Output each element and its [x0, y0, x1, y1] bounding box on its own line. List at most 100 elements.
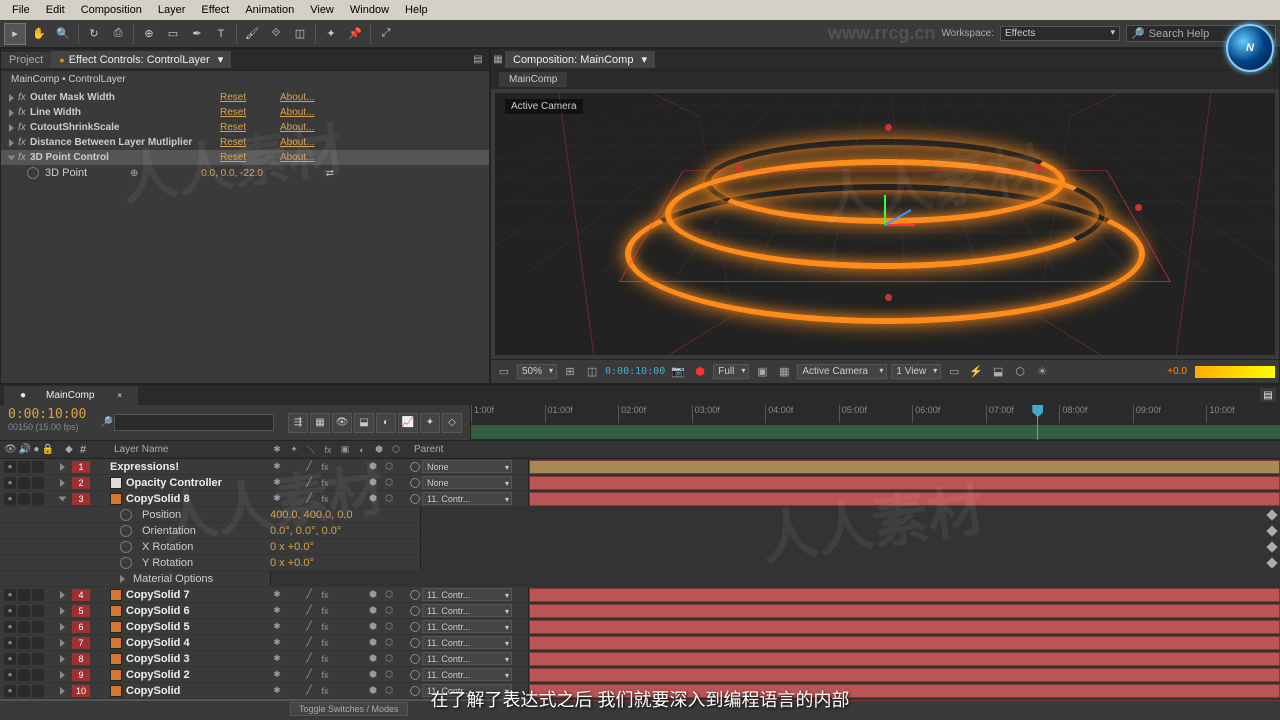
panel-menu-icon[interactable]: ▤: [1260, 388, 1276, 402]
timeline-tab[interactable]: ●MainComp×: [4, 386, 138, 405]
layer-color-swatch[interactable]: [110, 701, 122, 702]
pickwhip-icon[interactable]: [410, 622, 420, 632]
property-value[interactable]: 0.0°, 0.0°, 0.0°: [270, 525, 420, 537]
layer-bar[interactable]: [529, 476, 1280, 490]
layer-label[interactable]: 11: [72, 701, 90, 702]
layer-name[interactable]: CopySolid: [110, 685, 270, 697]
exposure-slider[interactable]: [1195, 366, 1275, 378]
keyframe-icon[interactable]: [1266, 557, 1277, 568]
layer-color-swatch[interactable]: [110, 653, 122, 665]
layer-color-swatch[interactable]: [110, 637, 122, 649]
layer-track[interactable]: [528, 619, 1280, 634]
expand-toggle[interactable]: [60, 623, 65, 631]
about-link[interactable]: About...: [280, 152, 314, 163]
layer-color-swatch[interactable]: [110, 477, 122, 489]
visibility-toggle[interactable]: ●: [4, 653, 16, 665]
layer-label[interactable]: 5: [72, 605, 90, 617]
layer-track[interactable]: [528, 635, 1280, 650]
layer-bar[interactable]: [529, 668, 1280, 682]
pickwhip-icon[interactable]: [410, 654, 420, 664]
camera-tool[interactable]: ⎙: [107, 23, 129, 45]
layer-color-swatch[interactable]: [110, 685, 122, 697]
layer-bar[interactable]: [529, 636, 1280, 650]
local-axis-tool[interactable]: ⤢: [375, 23, 397, 45]
layer-bar[interactable]: [529, 588, 1280, 602]
parent-dropdown[interactable]: 11. Contr...: [422, 604, 512, 617]
panel-menu-icon[interactable]: ▤: [471, 53, 485, 67]
layer-row[interactable]: ● 7 CopySolid 4 ✱╱fx⬢⬡ 11. Contr...: [0, 635, 1280, 651]
draft-3d-button[interactable]: ▦: [310, 413, 330, 433]
roi-icon[interactable]: ▣: [753, 363, 771, 381]
shy-button[interactable]: 👁: [332, 413, 352, 433]
timecode-display[interactable]: 0:00:10:00 00150 (15.00 fps): [0, 405, 100, 440]
pen-tool[interactable]: ✒: [186, 23, 208, 45]
keyframe-icon[interactable]: [1266, 525, 1277, 536]
layer-bar[interactable]: [529, 604, 1280, 618]
zoom-dropdown[interactable]: 50%: [517, 364, 557, 379]
expand-toggle[interactable]: [59, 496, 67, 501]
stopwatch-icon[interactable]: [120, 525, 132, 537]
puppet-tool[interactable]: 📌: [344, 23, 366, 45]
pickwhip-icon[interactable]: [410, 478, 420, 488]
mask-icon[interactable]: ◫: [583, 363, 601, 381]
expand-toggle[interactable]: [60, 607, 65, 615]
layer-color-swatch[interactable]: [110, 589, 122, 601]
layer-name[interactable]: CopySolid 6: [110, 605, 270, 617]
property-value[interactable]: 0 x +0.0°: [270, 557, 420, 569]
visibility-toggle[interactable]: ●: [4, 701, 16, 702]
visibility-toggle[interactable]: ●: [4, 477, 16, 489]
text-tool[interactable]: T: [210, 23, 232, 45]
timeline-icon[interactable]: ⬓: [989, 363, 1007, 381]
stopwatch-icon[interactable]: [27, 167, 39, 179]
layer-name[interactable]: CopySolid 4: [110, 637, 270, 649]
expand-toggle[interactable]: [60, 687, 65, 695]
rotate-tool[interactable]: ↻: [83, 23, 105, 45]
lock-col-icon[interactable]: 🔒: [42, 443, 54, 457]
layer-track[interactable]: [528, 491, 1280, 506]
pickwhip-icon[interactable]: [410, 462, 420, 472]
layer-row[interactable]: ● 8 CopySolid 3 ✱╱fx⬢⬡ 11. Contr...: [0, 651, 1280, 667]
parent-dropdown[interactable]: 11. Contr...: [422, 620, 512, 633]
property-value[interactable]: 400.0, 400.0, 0.0: [270, 509, 420, 521]
menu-window[interactable]: Window: [342, 2, 397, 18]
layer-track[interactable]: [528, 475, 1280, 490]
property-row[interactable]: Y Rotation0 x +0.0°: [0, 555, 1280, 571]
anchor-tool[interactable]: ⊕: [138, 23, 160, 45]
composition-viewer[interactable]: Active Camera: [495, 93, 1275, 355]
channel-icon[interactable]: ⬢: [691, 363, 709, 381]
layer-label[interactable]: 2: [72, 477, 90, 489]
visibility-toggle[interactable]: ●: [4, 493, 16, 505]
layer-name[interactable]: CopySolid 8: [110, 493, 270, 505]
parent-dropdown[interactable]: 11. Contr...: [422, 492, 512, 505]
expand-toggle[interactable]: [60, 655, 65, 663]
camera-dropdown[interactable]: Active Camera: [797, 364, 887, 379]
resolution-dropdown[interactable]: Full: [713, 364, 749, 379]
layer-row[interactable]: ● 2 Opacity Controller ✱╱fx⬢⬡ None: [0, 475, 1280, 491]
timeline-search[interactable]: [114, 414, 274, 431]
effect-row[interactable]: fxLine WidthResetAbout...: [1, 105, 489, 120]
layer-track[interactable]: [528, 651, 1280, 666]
layer-row[interactable]: ● 1 Expressions! ✱╱fx⬢⬡ None: [0, 459, 1280, 475]
reset-link[interactable]: Reset: [220, 122, 280, 133]
menu-file[interactable]: File: [4, 2, 38, 18]
hand-tool[interactable]: ✋: [28, 23, 50, 45]
visibility-toggle[interactable]: ●: [4, 621, 16, 633]
layer-row[interactable]: ● 5 CopySolid 6 ✱╱fx⬢⬡ 11. Contr...: [0, 603, 1280, 619]
reset-link[interactable]: Reset: [220, 107, 280, 118]
menu-layer[interactable]: Layer: [150, 2, 194, 18]
motion-blur-button[interactable]: ◐: [376, 413, 396, 433]
crosshair-icon[interactable]: ⊕: [127, 166, 141, 180]
magnification-icon[interactable]: ▭: [495, 363, 513, 381]
expand-toggle[interactable]: [60, 463, 65, 471]
layer-label[interactable]: 4: [72, 589, 90, 601]
effect-row[interactable]: fx3D Point ControlResetAbout...: [1, 150, 489, 165]
expression-icon[interactable]: ⇄: [323, 166, 337, 180]
pickwhip-icon[interactable]: [410, 638, 420, 648]
property-group[interactable]: Material Options: [0, 571, 1280, 587]
pickwhip-icon[interactable]: [410, 686, 420, 696]
expand-toggle[interactable]: [60, 591, 65, 599]
about-link[interactable]: About...: [280, 122, 314, 133]
layer-name[interactable]: CopySolid 3: [110, 653, 270, 665]
expand-toggle[interactable]: [60, 479, 65, 487]
brainstorm-button[interactable]: ✦: [420, 413, 440, 433]
